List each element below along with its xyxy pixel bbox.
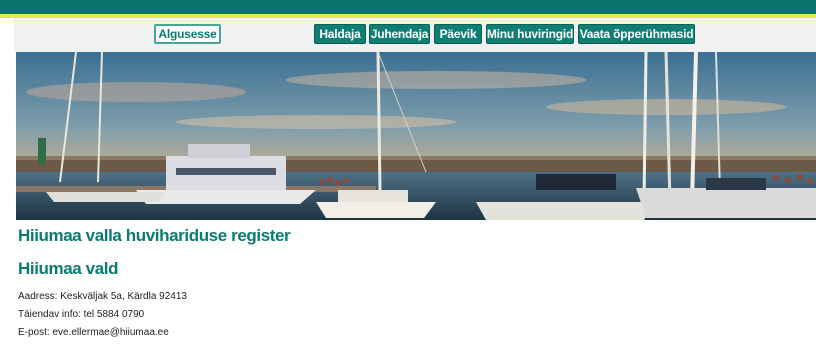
page-title: Hiiumaa valla huvihariduse register (18, 226, 291, 245)
nav-paevik-button[interactable]: Päevik (434, 24, 482, 44)
main-navigation: Algusesse Haldaja Juhendaja Päevik Minu … (14, 18, 816, 52)
harbor-banner-image (16, 52, 816, 220)
nav-algusesse-button[interactable]: Algusesse (154, 24, 221, 44)
email-text: E-post: eve.ellermae@hiiumaa.ee (18, 327, 169, 338)
address-text: Aadress: Keskväljak 5a, Kärdla 92413 (18, 291, 187, 302)
top-header-band (0, 0, 816, 14)
nav-juhendaja-button[interactable]: Juhendaja (369, 24, 430, 44)
phone-text: Täiendav info: tel 5884 0790 (18, 309, 145, 320)
nav-minu-huviringid-button[interactable]: Minu huviringid (486, 24, 574, 44)
nav-haldaja-button[interactable]: Haldaja (314, 24, 366, 44)
organization-name: Hiiumaa vald (18, 259, 119, 278)
nav-vaata-opperuhmasid-button[interactable]: Vaata õpperühmasid (578, 24, 695, 44)
